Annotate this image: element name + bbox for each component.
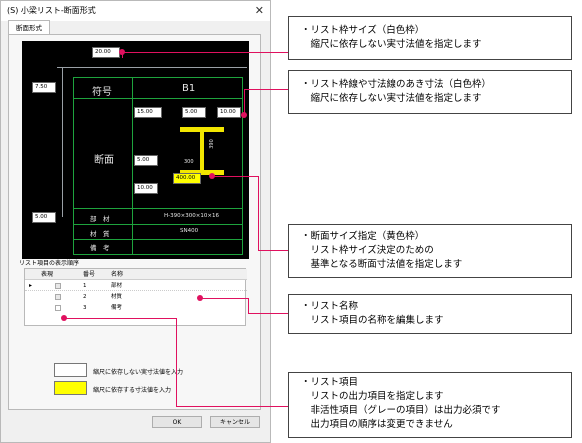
callout-line: 縮尺に依存しない実寸法値を指定します: [301, 39, 482, 50]
connector-line: [122, 52, 288, 53]
show-checkbox: [55, 294, 61, 300]
connector-line: [248, 298, 249, 314]
gap-5-top-input[interactable]: 5.00: [182, 107, 206, 118]
connector-line: [176, 406, 288, 407]
material-label: 材 質: [90, 230, 110, 238]
list-order-label: リスト項目の表示順序: [19, 260, 80, 267]
connector-line: [200, 298, 248, 299]
window-title: (S) 小梁リスト-断面形式: [7, 6, 96, 15]
material-value: SN400: [180, 228, 199, 234]
legend-yellow-label: 縮尺に依存する寸法値を入力: [93, 387, 172, 394]
row-num: 2: [83, 294, 87, 300]
title-bar: (S) 小梁リスト-断面形式 ✕: [1, 1, 270, 21]
header-show: 表現: [41, 271, 54, 278]
callout-list-name: ・リスト名称 リスト項目の名称を編集します: [288, 294, 572, 334]
callout-line: ・断面サイズ指定（黄色枠）: [301, 231, 425, 242]
symbol-label: 符号: [92, 87, 112, 98]
connector-line: [64, 318, 176, 319]
grid-line: [132, 77, 133, 255]
symbol-value: B1: [182, 83, 196, 94]
grid-line: [73, 224, 243, 225]
row-name[interactable]: 材質: [111, 292, 122, 302]
callout-line: 基準となる断面寸法値を指定します: [301, 259, 463, 270]
callout-section-size: ・断面サイズ指定（黄色枠） リスト枠サイズ決定のための 基準となる断面寸法値を指…: [288, 224, 572, 278]
list-row[interactable]: ▸ 1 部材: [25, 281, 247, 291]
row-num: 3: [83, 305, 87, 311]
section-size-input[interactable]: 400.00: [173, 173, 201, 184]
row-name[interactable]: 部材: [111, 281, 122, 291]
connector-dot: [197, 295, 203, 301]
connector-dot: [209, 173, 215, 179]
connector-line: [212, 176, 258, 177]
callout-line: 出力項目の順序は変更できません: [301, 419, 453, 430]
dimension-line: [57, 67, 247, 68]
member-label: 部 材: [90, 215, 110, 223]
row-num: 1: [83, 283, 87, 289]
callout-line: リストの出力項目を指定します: [301, 391, 444, 402]
list-header: 表現 番号 名称: [25, 269, 247, 280]
callout-line: リスト項目の名称を編集します: [301, 315, 444, 326]
callout-line: 縮尺に依存しない実寸法値を指定します: [301, 93, 482, 104]
list-row[interactable]: 3 備考: [25, 303, 247, 313]
frame-size-input[interactable]: 20.00: [92, 47, 120, 58]
legend-white-label: 縮尺に依存しない実寸法値を入力: [93, 369, 184, 376]
callout-line: ・リスト項目: [301, 377, 359, 388]
connector-dot: [61, 315, 67, 321]
member-value: H-390×300×10×16: [164, 213, 219, 219]
section-drawing-canvas: 符号 B1 断面 部 材 H-390×300×10×16 材 質 SN400 備…: [22, 41, 249, 259]
callout-line: リスト枠サイズ決定のための: [301, 245, 434, 256]
tab-section-format[interactable]: 断面形式: [8, 20, 50, 35]
connector-line: [258, 176, 259, 250]
note-label: 備 考: [90, 244, 110, 252]
gap-10-bottom-input[interactable]: 10.00: [134, 183, 158, 194]
show-checkbox[interactable]: [55, 305, 61, 311]
callout-frame-size: ・リスト枠サイズ（白色枠） 縮尺に依存しない実寸法値を指定します: [288, 16, 572, 60]
connector-line: [244, 89, 288, 90]
left-top-offset-input[interactable]: 7.50: [32, 82, 56, 93]
row-name[interactable]: 備考: [111, 303, 122, 313]
connector-line: [248, 313, 288, 314]
dim-300: 300: [184, 159, 194, 165]
legend-white-swatch: [54, 363, 87, 377]
connector-dot: [119, 49, 125, 55]
callout-list-items: ・リスト項目 リストの出力項目を指定します 非活性項目（グレーの項目）は出力必須…: [288, 372, 572, 438]
gap-10-right-input[interactable]: 10.00: [217, 107, 241, 118]
callout-line: ・リスト枠線や寸法線のあき寸法（白色枠）: [301, 79, 492, 90]
connector-dot: [241, 112, 247, 118]
legend-yellow-swatch: [54, 381, 87, 395]
callout-gap-size: ・リスト枠線や寸法線のあき寸法（白色枠） 縮尺に依存しない実寸法値を指定します: [288, 70, 572, 114]
callout-line: ・リスト名称: [301, 301, 359, 312]
grid-line: [73, 254, 243, 255]
dim-390: 390: [208, 139, 215, 149]
grid-line: [73, 77, 74, 255]
connector-line: [176, 318, 177, 406]
left-bottom-offset-input[interactable]: 5.00: [32, 212, 56, 223]
header-name: 名称: [111, 271, 124, 278]
grid-line: [73, 77, 243, 78]
ok-button[interactable]: OK: [152, 416, 202, 428]
cancel-button[interactable]: キャンセル: [210, 416, 260, 428]
grid-line: [73, 98, 243, 99]
header-num: 番号: [83, 271, 96, 278]
section-label: 断面: [94, 155, 114, 166]
web: [200, 132, 204, 170]
close-icon[interactable]: ✕: [255, 1, 264, 21]
gap-5-mid-input[interactable]: 5.00: [134, 155, 158, 166]
grid-line: [73, 239, 243, 240]
grid-line: [73, 208, 243, 209]
grid-line: [242, 77, 243, 255]
dimension-line: [62, 67, 63, 217]
gap-15-input[interactable]: 15.00: [134, 107, 162, 118]
list-row[interactable]: 2 材質: [25, 292, 247, 302]
current-row-indicator-icon: ▸: [29, 282, 33, 289]
callout-line: 非活性項目（グレーの項目）は出力必須です: [301, 405, 501, 416]
show-checkbox: [55, 283, 61, 289]
callout-line: ・リスト枠サイズ（白色枠）: [301, 25, 425, 36]
connector-line: [258, 250, 288, 251]
